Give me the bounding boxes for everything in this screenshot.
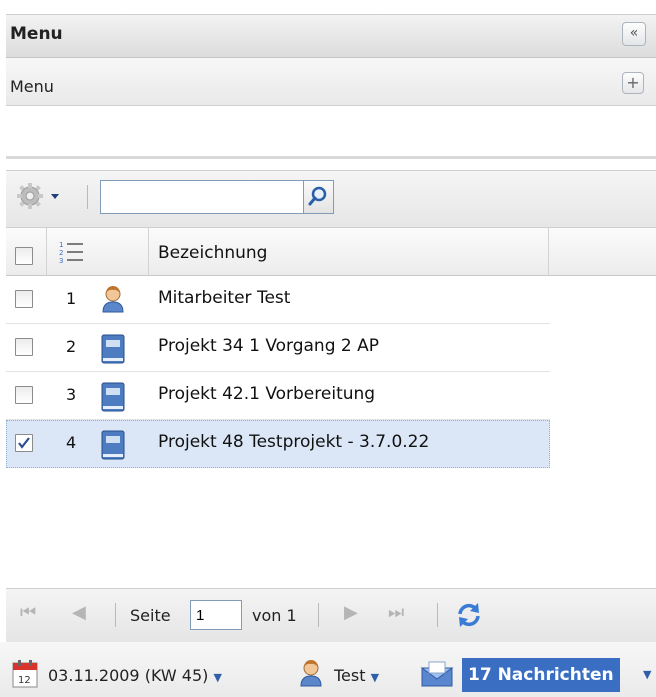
svg-text:1: 1 (59, 241, 63, 249)
current-date-label: 03.11.2009 (KW 45) (48, 666, 209, 685)
pager-separator (437, 603, 438, 627)
numbered-list-icon[interactable]: 1 2 3 (57, 239, 87, 271)
svg-text:12: 12 (18, 675, 31, 686)
row-checkbox[interactable] (15, 338, 33, 356)
row-checkbox[interactable] (15, 290, 33, 308)
checkmark-icon (18, 437, 30, 449)
svg-text:3: 3 (59, 257, 63, 265)
plus-icon: + (626, 73, 640, 92)
svg-text:2: 2 (59, 249, 63, 257)
user-icon (298, 658, 324, 692)
page-total-label: von 1 (252, 606, 297, 625)
search-button[interactable] (304, 180, 334, 214)
user-icon (100, 284, 126, 318)
row-label: Projekt 48 Testprojekt - 3.7.0.22 (158, 432, 430, 452)
page-number-input[interactable] (190, 600, 242, 630)
search-icon (308, 186, 327, 206)
menu-accordion-item[interactable] (6, 58, 656, 106)
chevron-down-icon: ▼ (213, 671, 222, 684)
row-checkbox[interactable] (15, 386, 33, 404)
panel-title: Menu (10, 24, 63, 44)
panel-divider (6, 156, 656, 159)
row-number: 4 (66, 433, 77, 452)
messages-badge[interactable]: 17 Nachrichten (462, 658, 620, 692)
column-separator[interactable] (46, 228, 47, 276)
menu-content-area (6, 106, 656, 154)
row-number: 3 (66, 385, 77, 404)
toolbar-separator (87, 185, 88, 209)
row-checkbox-checked[interactable] (15, 434, 33, 452)
column-separator[interactable] (148, 228, 149, 276)
chevron-down-icon: ▼ (370, 671, 380, 684)
column-header-bezeichnung[interactable]: Bezeichnung (158, 243, 267, 263)
menu-accordion-label: Menu (10, 77, 54, 96)
collapse-panel-button[interactable]: « (622, 22, 646, 46)
chevron-down-icon[interactable]: ▼ (643, 668, 651, 681)
page-label: Seite (130, 606, 171, 625)
grid-header (6, 228, 656, 276)
row-number: 1 (66, 289, 77, 308)
pager-separator (115, 603, 116, 627)
gear-icon (17, 183, 59, 209)
previous-page-icon[interactable]: ◀ (72, 602, 86, 623)
select-all-checkbox[interactable] (15, 247, 33, 265)
next-page-icon[interactable]: ▶ (344, 602, 358, 623)
expand-menu-button[interactable]: + (622, 72, 644, 94)
mail-icon[interactable] (420, 660, 454, 692)
last-page-icon[interactable]: ⏭ (388, 602, 404, 623)
search-input[interactable] (100, 180, 304, 214)
top-strip (0, 0, 656, 14)
row-label: Projekt 34 1 Vorgang 2 AP (158, 336, 379, 356)
first-page-icon[interactable]: ⏮ (20, 602, 36, 623)
column-separator[interactable] (548, 228, 549, 276)
user-name-label: Test (334, 666, 366, 685)
panel-header (6, 14, 656, 58)
project-book-icon (101, 430, 125, 464)
refresh-icon[interactable] (454, 600, 484, 634)
calendar-icon[interactable]: 12 (12, 660, 38, 692)
double-chevron-left-icon: « (629, 25, 639, 41)
project-book-icon (101, 382, 125, 416)
row-label: Projekt 42.1 Vorbereitung (158, 384, 376, 404)
pager-separator (318, 603, 319, 627)
user-dropdown[interactable]: Test ▼ (334, 666, 379, 685)
current-date-dropdown[interactable]: 03.11.2009 (KW 45) ▼ (48, 666, 222, 685)
row-label: Mitarbeiter Test (158, 288, 291, 308)
project-book-icon (101, 334, 125, 368)
row-number: 2 (66, 337, 77, 356)
pagination-toolbar (6, 588, 656, 642)
settings-dropdown-button[interactable] (16, 181, 62, 215)
